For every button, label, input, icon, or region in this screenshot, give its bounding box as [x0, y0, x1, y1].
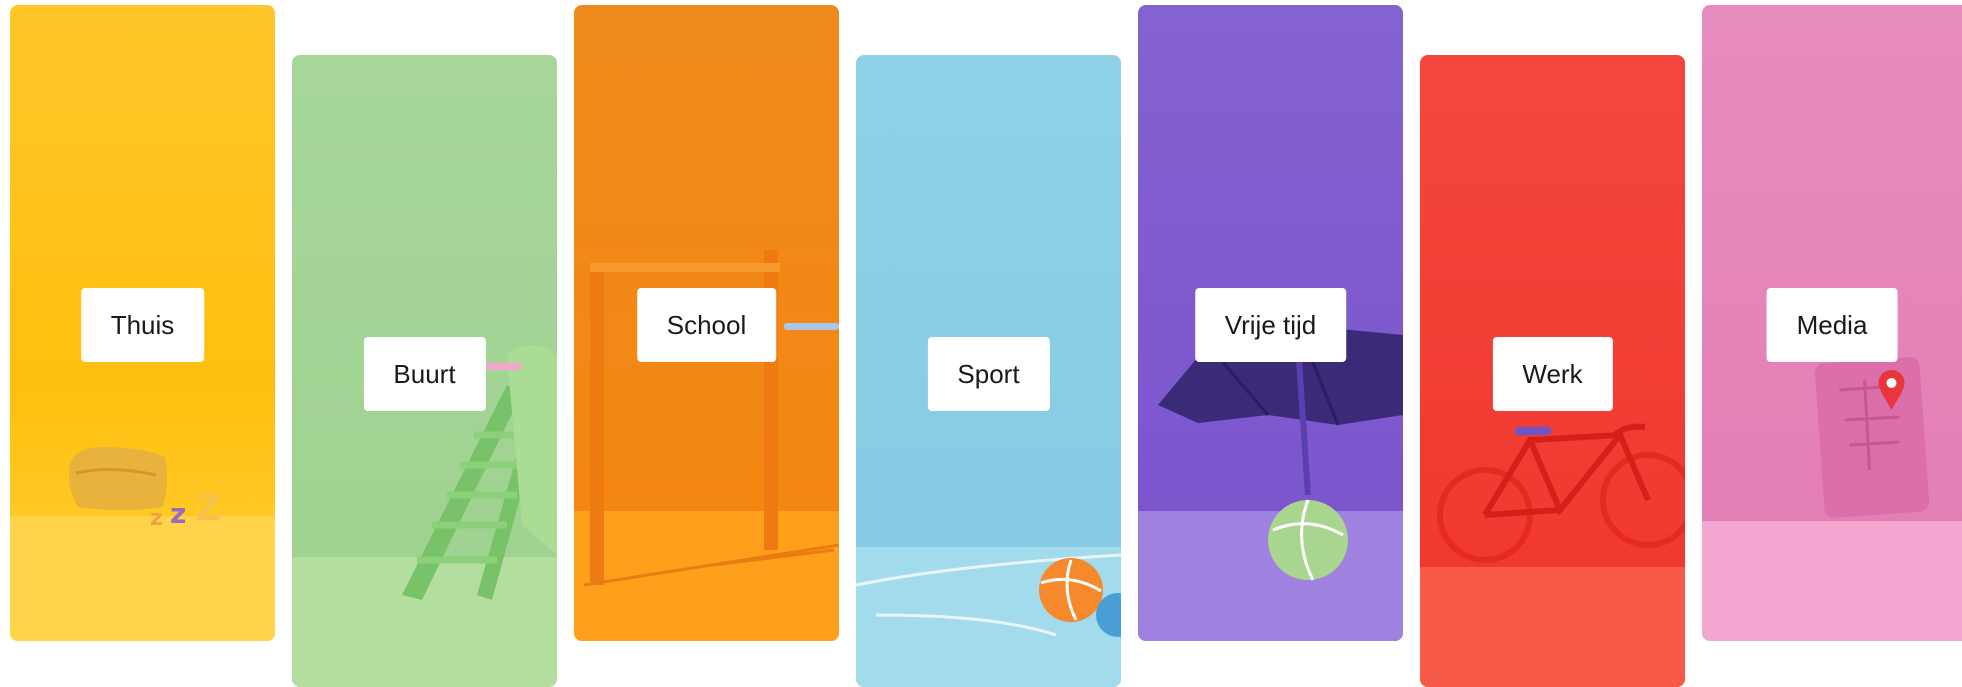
category-card-vrije-tijd[interactable]: Vrije tijd	[1138, 5, 1403, 641]
category-label: Werk	[1492, 337, 1613, 411]
category-card-sport[interactable]: Sport	[856, 55, 1121, 687]
category-label: Media	[1766, 288, 1898, 362]
category-card-buurt[interactable]: Buurt	[292, 55, 557, 687]
category-card-thuis[interactable]: z z Z Thuis	[10, 5, 275, 641]
svg-text:z: z	[150, 506, 163, 531]
category-card-media[interactable]: Media	[1702, 5, 1962, 641]
category-card-werk[interactable]: Werk	[1420, 55, 1685, 687]
category-card-school[interactable]: School	[574, 5, 839, 641]
category-label: Vrije tijd	[1194, 288, 1347, 362]
svg-text:z: z	[170, 497, 186, 530]
category-label: Thuis	[80, 288, 205, 362]
category-label: Sport	[927, 337, 1050, 411]
category-label: School	[636, 288, 777, 362]
category-label: Buurt	[363, 337, 486, 411]
svg-text:Z: Z	[195, 488, 221, 529]
